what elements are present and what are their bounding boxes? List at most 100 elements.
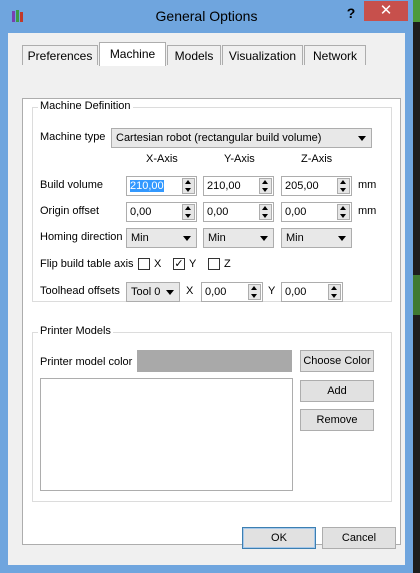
chevron-down-icon bbox=[338, 236, 346, 241]
title-bar[interactable]: General Options ? ✕ bbox=[0, 0, 413, 33]
cancel-button[interactable]: Cancel bbox=[322, 527, 396, 549]
homing-y-value: Min bbox=[208, 232, 226, 244]
build-volume-z-input[interactable]: 205,00 bbox=[281, 176, 352, 196]
machine-type-value: Cartesian robot (rectangular build volum… bbox=[116, 132, 322, 144]
toolhead-y-label: Y bbox=[268, 285, 276, 297]
printer-model-color-label: Printer model color bbox=[40, 356, 133, 368]
toolhead-value: Tool 0 bbox=[131, 286, 161, 298]
remove-button[interactable]: Remove bbox=[300, 409, 374, 431]
printer-models-title: Printer Models bbox=[38, 325, 113, 337]
homing-direction-label: Homing direction bbox=[40, 231, 123, 243]
spin-buttons[interactable] bbox=[182, 204, 195, 220]
close-icon: ✕ bbox=[379, 2, 393, 19]
origin-offset-label: Origin offset bbox=[40, 205, 100, 217]
homing-z-value: Min bbox=[286, 232, 304, 244]
spin-up-icon bbox=[262, 206, 268, 210]
spin-up-icon bbox=[340, 206, 346, 210]
x-axis-header: X-Axis bbox=[146, 153, 178, 165]
spin-buttons[interactable] bbox=[182, 178, 195, 194]
spin-buttons[interactable] bbox=[337, 178, 350, 194]
homing-z-combo[interactable]: Min bbox=[281, 228, 352, 248]
toolhead-x-value: 0,00 bbox=[205, 286, 227, 298]
flip-y-checkbox[interactable]: ✓ bbox=[173, 258, 185, 270]
origin-offset-x-input[interactable]: 0,00 bbox=[126, 202, 197, 222]
toolhead-offsets-label: Toolhead offsets bbox=[40, 285, 120, 297]
toolhead-select[interactable]: Tool 0 bbox=[126, 282, 180, 302]
spin-down-icon bbox=[331, 294, 337, 298]
build-volume-x-value: 210,00 bbox=[130, 180, 164, 192]
z-axis-header: Z-Axis bbox=[301, 153, 333, 165]
spin-buttons[interactable] bbox=[259, 178, 272, 194]
machine-definition-title: Machine Definition bbox=[38, 100, 133, 112]
spin-down-icon bbox=[340, 188, 346, 192]
spin-buttons[interactable] bbox=[248, 284, 261, 300]
spin-buttons[interactable] bbox=[259, 204, 272, 220]
spin-down-icon bbox=[340, 214, 346, 218]
build-volume-y-value: 210,00 bbox=[207, 180, 241, 192]
homing-x-value: Min bbox=[131, 232, 149, 244]
spin-down-icon bbox=[251, 294, 257, 298]
printer-models-list[interactable] bbox=[40, 378, 293, 491]
tab-preferences[interactable]: Preferences bbox=[22, 45, 98, 65]
flip-x-label: X bbox=[154, 258, 162, 270]
flip-y-label: Y bbox=[189, 258, 197, 270]
build-volume-label: Build volume bbox=[40, 179, 103, 191]
flip-x-checkbox[interactable] bbox=[138, 258, 150, 270]
flip-z-checkbox[interactable] bbox=[208, 258, 220, 270]
toolhead-y-input[interactable]: 0,00 bbox=[281, 282, 343, 302]
spin-up-icon bbox=[340, 180, 346, 184]
chevron-down-icon bbox=[183, 236, 191, 241]
spin-up-icon bbox=[185, 206, 191, 210]
build-volume-z-value: 205,00 bbox=[285, 180, 319, 192]
spin-buttons[interactable] bbox=[328, 284, 341, 300]
homing-x-combo[interactable]: Min bbox=[126, 228, 197, 248]
origin-offset-unit: mm bbox=[358, 205, 377, 217]
tab-models[interactable]: Models bbox=[167, 45, 221, 65]
tab-machine[interactable]: Machine bbox=[99, 42, 166, 66]
background-window-strip bbox=[413, 275, 420, 315]
spin-up-icon bbox=[262, 180, 268, 184]
dialog-client-area: Preferences Machine Models Visualization… bbox=[8, 33, 405, 565]
spin-up-icon bbox=[185, 180, 191, 184]
build-volume-x-input[interactable]: 210,00 bbox=[126, 176, 197, 196]
spin-down-icon bbox=[185, 214, 191, 218]
spin-up-icon bbox=[331, 286, 337, 290]
spin-buttons[interactable] bbox=[337, 204, 350, 220]
close-button[interactable]: ✕ bbox=[364, 1, 408, 21]
chevron-down-icon bbox=[166, 290, 174, 295]
origin-offset-z-input[interactable]: 0,00 bbox=[281, 202, 352, 222]
machine-type-label: Machine type bbox=[40, 131, 106, 143]
background-window-strip bbox=[413, 0, 420, 22]
checkmark-icon: ✓ bbox=[174, 258, 184, 270]
toolhead-x-label: X bbox=[186, 285, 194, 297]
background-window-edge bbox=[413, 0, 420, 573]
origin-offset-z-value: 0,00 bbox=[285, 206, 307, 218]
tab-visualization[interactable]: Visualization bbox=[222, 45, 303, 65]
spin-down-icon bbox=[262, 214, 268, 218]
toolhead-x-input[interactable]: 0,00 bbox=[201, 282, 263, 302]
add-button[interactable]: Add bbox=[300, 380, 374, 402]
printer-model-color-swatch bbox=[137, 350, 292, 372]
flip-axis-label: Flip build table axis bbox=[40, 258, 134, 270]
ok-button[interactable]: OK bbox=[242, 527, 316, 549]
origin-offset-y-input[interactable]: 0,00 bbox=[203, 202, 274, 222]
spin-down-icon bbox=[185, 188, 191, 192]
y-axis-header: Y-Axis bbox=[224, 153, 255, 165]
chevron-down-icon bbox=[358, 136, 366, 141]
spin-up-icon bbox=[251, 286, 257, 290]
tab-network[interactable]: Network bbox=[304, 45, 366, 65]
homing-y-combo[interactable]: Min bbox=[203, 228, 274, 248]
flip-z-label: Z bbox=[224, 258, 231, 270]
machine-type-combo[interactable]: Cartesian robot (rectangular build volum… bbox=[111, 128, 372, 148]
toolhead-y-value: 0,00 bbox=[285, 286, 307, 298]
help-button[interactable]: ? bbox=[342, 4, 360, 22]
origin-offset-y-value: 0,00 bbox=[207, 206, 229, 218]
dialog-window: General Options ? ✕ Preferences Machine … bbox=[0, 0, 413, 573]
origin-offset-x-value: 0,00 bbox=[130, 206, 152, 218]
spin-down-icon bbox=[262, 188, 268, 192]
machine-tab-pane: Machine Definition Machine type Cartesia… bbox=[22, 98, 401, 545]
build-volume-y-input[interactable]: 210,00 bbox=[203, 176, 274, 196]
build-volume-unit: mm bbox=[358, 179, 377, 191]
choose-color-button[interactable]: Choose Color bbox=[300, 350, 374, 372]
chevron-down-icon bbox=[260, 236, 268, 241]
